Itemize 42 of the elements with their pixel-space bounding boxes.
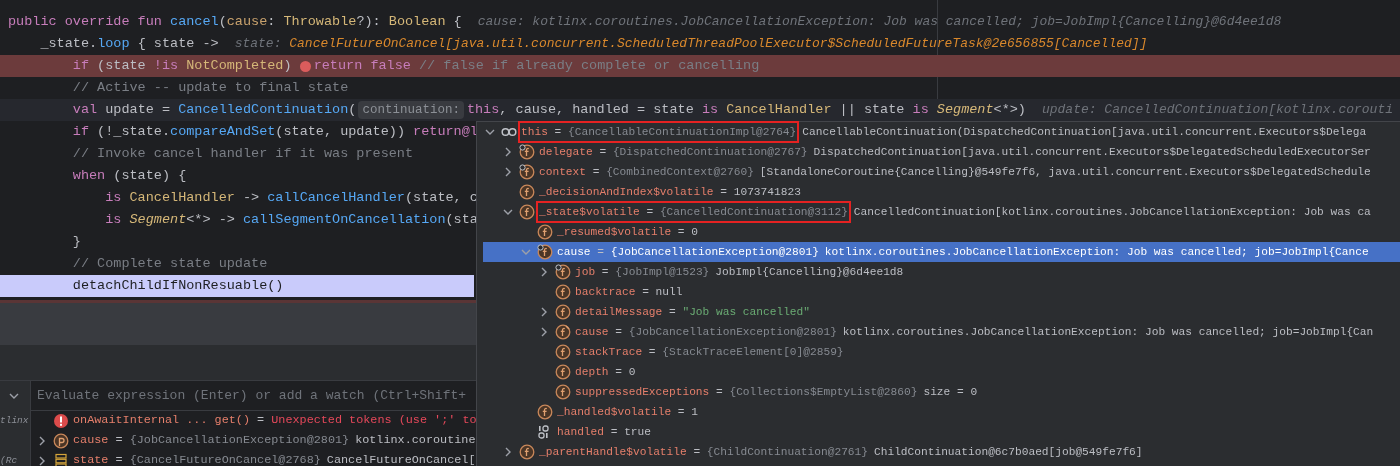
variable-text: depth = 0 (575, 364, 636, 380)
code-text: } (71, 233, 81, 251)
inlay-hint: state: CancelFutureOnCancel[java.util.concurrent.ScheduledThreadPoolExecutor$ScheduledFutureTask@2e656855[Cancelled]] (234, 35, 1148, 53)
code-text: val update = CancelledContinuation( (71, 101, 357, 119)
variable-text: cause = {JobCancellationException@2801} kotlinx.coroutines.JobCancellationException: Job was cancelled; job=JobImpl{Cance (557, 244, 1369, 260)
code-text: return false // false if already complete or cancelling (313, 57, 760, 75)
variable-text: detailMessage = "Job was cancelled" (575, 304, 810, 320)
code-text: public override fun cancel(cause: Throwable?): Boolean { (8, 13, 462, 31)
clipped-text: tlinx (0, 414, 29, 428)
code-text: when (state) { (71, 167, 187, 185)
code-text: // Invoke cancel handler if it was present (71, 145, 414, 163)
variable-text: context = {CombinedContext@2760} [StandaloneCoroutine{Cancelling}@549fe7f6, java.util.concurrent.Executors$DelegatedSchedule (539, 164, 1371, 180)
variable-text: delegate = {DispatchedContinuation@2767} DispatchedContinuation[java.util.concurrent.Executors$DelegatedScheduledExecutorSer (539, 144, 1371, 160)
code-text: detachChildIfNonResuable() (71, 277, 284, 295)
code-text: is Segment<*> -> callSegmentOnCancellation(sta (104, 211, 478, 229)
variable-text: onAwaitInternal ... get() = Unexpected tokens (use ';' to (73, 412, 477, 430)
variable-text: _handled$volatile = 1 (557, 404, 698, 420)
variable-text: backtrace = null (575, 284, 683, 300)
annotation-box: _state$volatile = {CancelledContinuation@3112} (539, 203, 848, 221)
clipped-text: (Rc (0, 454, 18, 466)
variable-text: _resumed$volatile = 0 (557, 224, 698, 240)
code-text: if (state !is NotCompleted) (71, 57, 293, 75)
code-text: if (!_state.compareAndSet(state, update)) return@l (71, 123, 478, 141)
variable-text: cause = {JobCancellationException@2801} kotlinx.coroutine (73, 432, 476, 450)
code-text: // Active -- update to final state (71, 79, 349, 97)
variable-value: CancelledContinuation[kotlinx.coroutines.JobCancellationException: Job was ca (853, 204, 1371, 220)
inlay-hint: cause: kotlinx.coroutines.JobCancellationException: Job was cancelled; job=JobImpl{Cancelling}@6d4ee1d8 (477, 13, 1282, 31)
variable-text: _decisionAndIndex$volatile = 1073741823 (539, 184, 801, 200)
code-text: // Complete state update (71, 255, 268, 273)
parameter-hint: continuation: (358, 101, 464, 119)
annotation-box: this = {CancellableContinuationImpl@2764} (521, 123, 797, 141)
code-text: this, cause, handled = state is CancelHandler || state is Segment<*>) (466, 101, 1026, 119)
inlay-hint: update: CancelledContinuation[kotlinx.corouti (1041, 101, 1393, 119)
variable-text: cause = {JobCancellationException@2801} kotlinx.coroutines.JobCancellationException: Job was cancelled; job=JobImpl{Can (575, 324, 1374, 340)
code-text: _state.loop { state -> (39, 35, 219, 53)
variable-value: CancellableContinuation(DispatchedContinuation[java.util.concurrent.Executors$Delega (802, 124, 1367, 140)
variable-text: stackTrace = {StackTraceElement[0]@2859} (575, 344, 844, 360)
variable-text: _parentHandle$volatile = {ChildContinuation@2761} ChildContinuation@6c7b0aed[job@549fe7f6] (539, 444, 1143, 460)
variable-text: state = {CancelFutureOnCancel@2768} CancelFutureOnCancel[ (73, 452, 476, 466)
variable-text: handled = true (557, 424, 651, 440)
variable-text: job = {JobImpl@1523} JobImpl{Cancelling}@6d4ee1d8 (575, 264, 904, 280)
variable-text: suppressedExceptions = {Collections$EmptyList@2860} size = 0 (575, 384, 978, 400)
